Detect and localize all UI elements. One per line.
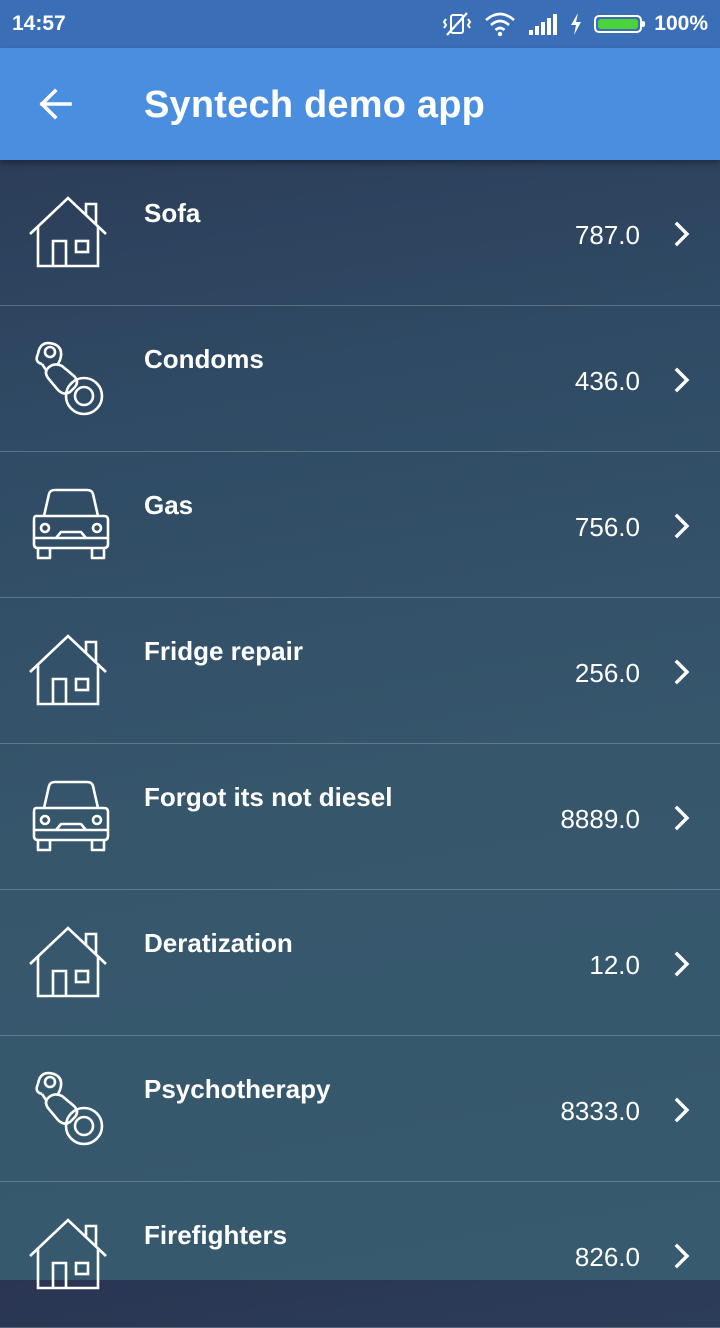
list-item[interactable]: Gas 756.0 (0, 452, 720, 598)
chevron-right-icon (674, 367, 690, 393)
list-item[interactable]: Condoms 436.0 (0, 306, 720, 452)
item-name: Deratization (144, 928, 293, 958)
chevron-right-icon (674, 659, 690, 685)
item-amount: 8889.0 (560, 804, 640, 834)
list-item[interactable]: Forgot its not diesel 8889.0 (0, 744, 720, 890)
item-amount: 12.0 (589, 950, 640, 980)
item-name: Psychotherapy (144, 1074, 331, 1104)
list-item[interactable]: Sofa 787.0 (0, 160, 720, 306)
house-icon (28, 632, 114, 710)
chevron-right-icon (674, 221, 690, 247)
app-bar: Syntech demo app (0, 48, 720, 160)
chevron-right-icon (674, 1097, 690, 1123)
item-amount: 787.0 (574, 220, 640, 250)
battery-icon (594, 15, 646, 33)
charging-icon (571, 13, 582, 35)
signal-icon (529, 14, 558, 35)
chevron-right-icon (674, 1243, 690, 1269)
pacifier-icon (28, 1070, 114, 1148)
item-name: Firefighters (144, 1220, 288, 1250)
list-item[interactable]: Deratization 12.0 (0, 890, 720, 1036)
item-amount: 756.0 (574, 512, 640, 542)
list-item[interactable]: Fridge repair 256.0 (0, 598, 720, 744)
car-icon (28, 778, 114, 856)
house-icon (28, 194, 114, 272)
battery-fill (598, 19, 639, 29)
pacifier-icon (28, 340, 114, 418)
item-name: Condoms (144, 344, 264, 374)
item-amount: 436.0 (574, 366, 640, 396)
item-amount: 826.0 (574, 1242, 640, 1272)
status-bar: 14:57 100% (0, 0, 720, 48)
chevron-right-icon (674, 513, 690, 539)
vibrate-off-icon (443, 12, 472, 36)
expense-list: Sofa 787.0 Condoms 436.0 Gas 756.0 Fridg… (0, 160, 720, 1328)
list-item[interactable]: Psychotherapy 8333.0 (0, 1036, 720, 1182)
app-title: Syntech demo app (144, 84, 486, 126)
house-icon (28, 1216, 114, 1294)
status-icons: 100% (442, 8, 708, 40)
item-name: Gas (144, 490, 194, 520)
item-amount: 8333.0 (560, 1096, 640, 1126)
arrow-back-icon (39, 88, 72, 120)
item-name: Sofa (144, 198, 201, 228)
chevron-right-icon (674, 951, 690, 977)
car-icon (28, 486, 114, 564)
status-time: 14:57 (12, 12, 66, 35)
list-item[interactable]: Firefighters 826.0 (0, 1182, 720, 1328)
chevron-right-icon (674, 805, 690, 831)
wifi-icon (485, 12, 516, 37)
item-name: Forgot its not diesel (144, 782, 393, 812)
item-amount: 256.0 (574, 658, 640, 688)
house-icon (28, 924, 114, 1002)
battery-percent: 100% (654, 12, 708, 35)
item-name: Fridge repair (144, 636, 303, 666)
back-button[interactable] (28, 80, 84, 128)
